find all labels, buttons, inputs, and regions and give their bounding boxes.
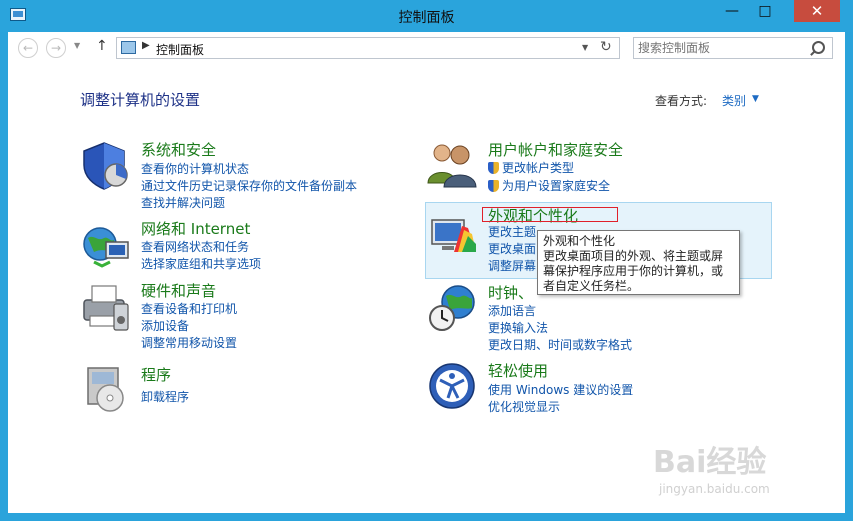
breadcrumb-chevron-icon[interactable]: ▶ — [142, 40, 150, 51]
link-family-safety[interactable]: 为用户设置家庭安全 — [488, 177, 610, 194]
category-programs[interactable]: 程序 — [141, 364, 171, 385]
address-bar[interactable]: ▶ 控制面板 ▼ ↻ — [116, 37, 620, 59]
close-button[interactable]: ✕ — [794, 0, 840, 22]
recent-locations-chevron-down-icon[interactable]: ▼ — [74, 41, 80, 50]
uac-shield-icon — [488, 162, 499, 174]
view-by-label: 查看方式: — [655, 94, 708, 108]
highlight-annotation-box — [482, 207, 618, 222]
view-by-dropdown[interactable]: 类别 — [722, 92, 746, 109]
refresh-icon[interactable]: ↻ — [600, 39, 612, 55]
link-change-desktop[interactable]: 更改桌面 — [488, 240, 536, 257]
window-client-area: ← → ▼ ↑ ▶ 控制面板 ▼ ↻ 调整计算机的设置 查看方式: 类别 ▼ — [8, 32, 845, 513]
clock-globe-icon[interactable] — [428, 282, 480, 334]
category-system-security[interactable]: 系统和安全 — [141, 139, 216, 160]
category-network-internet[interactable]: 网络和 Internet — [141, 218, 250, 239]
ease-of-access-icon[interactable] — [428, 360, 480, 412]
forward-button[interactable]: → — [46, 38, 66, 58]
appearance-tooltip: 外观和个性化 更改桌面项目的外观、将主题或屏幕保护程序应用于你的计算机，或者自定… — [537, 230, 740, 295]
link-file-history-backup[interactable]: 通过文件历史记录保存你的文件备份副本 — [141, 177, 357, 194]
link-adjust-screen[interactable]: 调整屏幕 — [488, 257, 536, 274]
search-input[interactable] — [638, 40, 798, 56]
network-globe-icon[interactable] — [80, 220, 132, 272]
link-troubleshoot[interactable]: 查找并解决问题 — [141, 194, 225, 211]
appearance-monitor-icon[interactable] — [428, 212, 480, 264]
programs-box-icon[interactable] — [80, 362, 132, 414]
control-panel-address-icon — [121, 41, 136, 54]
search-box[interactable] — [633, 37, 833, 59]
view-by-chevron-down-icon[interactable]: ▼ — [752, 94, 759, 104]
link-windows-recommended-settings[interactable]: 使用 Windows 建议的设置 — [488, 381, 633, 398]
link-change-account-type[interactable]: 更改帐户类型 — [488, 159, 574, 176]
category-hardware-sound[interactable]: 硬件和声音 — [141, 280, 216, 301]
uac-shield-icon — [488, 180, 499, 192]
system-security-shield-icon[interactable] — [80, 139, 132, 191]
address-dropdown-chevron-down-icon[interactable]: ▼ — [582, 43, 588, 52]
tooltip-title: 外观和个性化 — [543, 234, 616, 248]
tooltip-body: 更改桌面项目的外观、将主题或屏幕保护程序应用于你的计算机，或者自定义任务栏。 — [543, 249, 724, 293]
maximize-button[interactable]: □ — [750, 0, 780, 22]
link-add-device[interactable]: 添加设备 — [141, 317, 189, 334]
control-panel-window: 控制面板 — □ ✕ ← → ▼ ↑ ▶ 控制面板 ▼ ↻ 调整计算机的设置 查… — [0, 0, 853, 521]
link-mobility-settings[interactable]: 调整常用移动设置 — [141, 334, 237, 351]
link-homegroup-sharing[interactable]: 选择家庭组和共享选项 — [141, 255, 261, 272]
baidu-watermark-logo: Bai经验 — [653, 445, 767, 480]
link-change-input-method[interactable]: 更换输入法 — [488, 319, 548, 336]
hardware-printer-icon[interactable] — [80, 282, 132, 334]
link-network-status[interactable]: 查看网络状态和任务 — [141, 238, 249, 255]
search-icon[interactable] — [812, 41, 825, 54]
back-button[interactable]: ← — [18, 38, 38, 58]
category-ease-of-access[interactable]: 轻松使用 — [488, 360, 548, 381]
link-view-computer-status[interactable]: 查看你的计算机状态 — [141, 160, 249, 177]
link-uninstall-program[interactable]: 卸载程序 — [141, 388, 189, 405]
navigation-bar: ← → ▼ ↑ ▶ 控制面板 ▼ ↻ — [8, 32, 845, 66]
link-devices-printers[interactable]: 查看设备和打印机 — [141, 300, 237, 317]
baidu-watermark-url: jingyan.baidu.com — [659, 482, 770, 496]
breadcrumb-control-panel[interactable]: 控制面板 — [156, 41, 204, 58]
link-family-safety-label: 为用户设置家庭安全 — [502, 179, 611, 193]
link-change-date-time-format[interactable]: 更改日期、时间或数字格式 — [488, 336, 632, 353]
user-accounts-people-icon[interactable] — [426, 139, 478, 191]
link-add-language[interactable]: 添加语言 — [488, 302, 536, 319]
title-bar[interactable]: 控制面板 — □ ✕ — [0, 0, 853, 32]
page-title: 调整计算机的设置 — [80, 91, 201, 109]
link-change-theme[interactable]: 更改主题 — [488, 223, 536, 240]
minimize-button[interactable]: — — [717, 0, 747, 22]
category-user-accounts[interactable]: 用户帐户和家庭安全 — [488, 139, 623, 160]
link-optimize-visual-display[interactable]: 优化视觉显示 — [488, 398, 560, 415]
category-clock-language-region[interactable]: 时钟、 — [488, 282, 533, 303]
link-change-account-type-label: 更改帐户类型 — [502, 161, 575, 175]
up-button[interactable]: ↑ — [96, 38, 108, 54]
